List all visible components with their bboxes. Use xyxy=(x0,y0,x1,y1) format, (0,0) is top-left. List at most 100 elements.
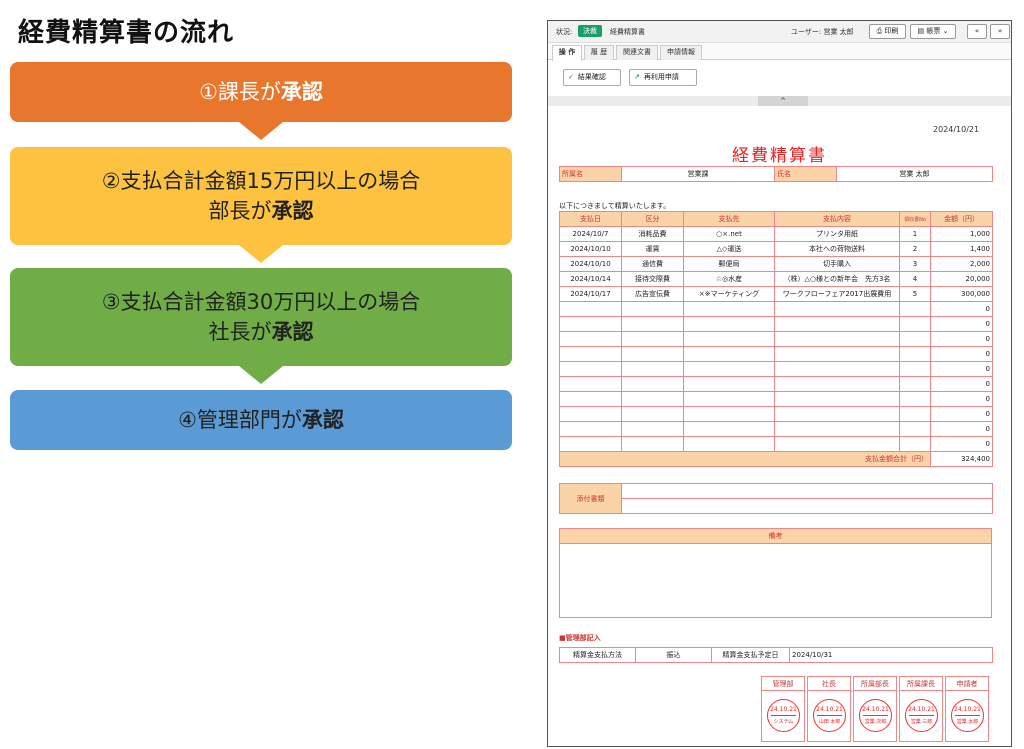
flow-step-3: ③支払合計金額30万円以上の場合 社長が承認 xyxy=(10,268,512,366)
table-row: 2024/10/14 接待交際費 ☆◎水産 （株）△○様との新年会 先方3名 4 20,0… xyxy=(559,271,993,287)
pay-method-value: 振込 xyxy=(635,647,712,663)
table-cell: 本社への荷物送料 xyxy=(774,241,900,257)
approval-seal: 24.10.21 山田 太郎 xyxy=(813,699,846,732)
step-1-emphasis: 承認 xyxy=(280,80,323,104)
table-cell xyxy=(774,406,900,422)
col-header: 領収書No xyxy=(899,211,931,227)
applicant-table: 所属名 営業課 氏名 営業 太郎 xyxy=(559,166,993,182)
table-cell xyxy=(899,346,931,362)
table-row: 0 xyxy=(559,361,993,377)
table-cell: 2024/10/7 xyxy=(559,226,622,242)
table-cell xyxy=(899,361,931,377)
table-cell: 通信費 xyxy=(621,256,684,272)
status-label: 状況: xyxy=(556,28,573,36)
table-cell: 0 xyxy=(930,421,993,437)
tab-operation[interactable]: 操 作 xyxy=(552,45,582,61)
col-header: 支払日 xyxy=(559,211,622,227)
stamp-box-applicant: 申請者 24.10.21 営業 太郎 xyxy=(945,676,989,742)
attachments-table: 添付書類 xyxy=(559,483,993,514)
table-cell: ×※マーケティング xyxy=(683,286,775,302)
table-cell xyxy=(683,376,775,392)
table-cell xyxy=(621,346,684,362)
name-value: 営業 太郎 xyxy=(836,166,993,182)
table-cell: 0 xyxy=(930,376,993,392)
table-cell: 4 xyxy=(899,271,931,287)
attachments-slot[interactable] xyxy=(621,498,993,514)
table-cell: 20,000 xyxy=(930,271,993,287)
form-dropdown-button[interactable]: ▤ 帳票 ⌄ xyxy=(910,24,956,39)
tab-related-docs[interactable]: 関連文書 xyxy=(616,45,658,60)
table-cell xyxy=(621,361,684,377)
confirm-result-label: 結果確認 xyxy=(577,73,606,81)
confirm-result-button[interactable]: ✓ 結果確認 xyxy=(563,69,621,86)
seal-name: 営業 太郎 xyxy=(956,719,979,725)
table-cell xyxy=(774,346,900,362)
chevron-down-icon: ⌄ xyxy=(942,27,949,35)
print-button[interactable]: ⎙ 印刷 xyxy=(869,24,906,39)
table-row: 0 xyxy=(559,376,993,392)
col-header: 区分 xyxy=(621,211,684,227)
first-button[interactable]: « xyxy=(967,24,987,39)
approval-seal: 24.10.21 営業 三郎 xyxy=(905,699,938,732)
table-cell: 2024/10/14 xyxy=(559,271,622,287)
total-label: 支払金額合計（円） xyxy=(559,451,931,467)
remarks-field[interactable] xyxy=(559,543,992,618)
seal-name: 山田 太郎 xyxy=(818,719,841,725)
table-cell xyxy=(621,376,684,392)
tab-history[interactable]: 履 歴 xyxy=(584,45,614,60)
table-cell xyxy=(559,436,622,452)
table-cell xyxy=(774,361,900,377)
doc-name: 経費精算書 xyxy=(610,28,645,36)
total-value: 324,400 xyxy=(930,451,993,467)
table-cell: 2024/10/17 xyxy=(559,286,622,302)
intro-text: 以下につきまして精算いたします。 xyxy=(559,202,671,210)
table-cell xyxy=(899,421,931,437)
collapse-toggle[interactable]: ^ xyxy=(758,96,808,106)
table-row: 2024/10/7 消耗品費 ○×.net プリンタ用紙 1 1,000 xyxy=(559,226,993,242)
table-cell xyxy=(621,331,684,347)
last-button[interactable]: » xyxy=(990,24,1010,39)
table-cell xyxy=(621,301,684,317)
table-cell: 切手購入 xyxy=(774,256,900,272)
table-cell: （株）△○様との新年会 先方3名 xyxy=(774,271,900,287)
table-row: 0 xyxy=(559,316,993,332)
step-3-condition: ③支払合計金額30万円以上の場合 xyxy=(101,290,421,314)
table-cell xyxy=(683,361,775,377)
table-cell: 郵便局 xyxy=(683,256,775,272)
table-cell: 2024/10/10 xyxy=(559,256,622,272)
seal-name: 営業 三郎 xyxy=(910,719,933,725)
table-cell xyxy=(683,346,775,362)
step-4-text: ④管理部門が xyxy=(178,408,302,432)
table-cell xyxy=(774,376,900,392)
table-cell xyxy=(683,421,775,437)
tab-application-info[interactable]: 申請情報 xyxy=(660,45,702,60)
step-2-condition: ②支払合計金額15万円以上の場合 xyxy=(101,169,421,193)
step-4-emphasis: 承認 xyxy=(301,408,344,432)
table-cell: ワークフローフェア2017出展費用 xyxy=(774,286,900,302)
stamp-label: 申請者 xyxy=(946,677,988,691)
table-cell: 接待交際費 xyxy=(621,271,684,287)
table-cell: △◇運送 xyxy=(683,241,775,257)
table-cell xyxy=(683,316,775,332)
table-cell xyxy=(899,391,931,407)
seal-date: 24.10.21 xyxy=(862,706,889,713)
table-cell: 2 xyxy=(899,241,931,257)
seal-date: 24.10.21 xyxy=(954,706,981,713)
table-cell: 1,000 xyxy=(930,226,993,242)
reapply-button[interactable]: ↗ 再利用申請 xyxy=(629,69,697,86)
table-row: 0 xyxy=(559,436,993,452)
attachments-slot[interactable] xyxy=(621,483,993,499)
approval-seal: 24.10.21 営業 太郎 xyxy=(951,699,984,732)
table-cell xyxy=(621,436,684,452)
col-header: 支払内容 xyxy=(774,211,900,227)
table-cell xyxy=(774,391,900,407)
table-cell: 0 xyxy=(930,301,993,317)
dept-value: 営業課 xyxy=(621,166,775,182)
remarks-label: 備考 xyxy=(559,528,992,544)
expense-table: 支払日 区分 支払先 支払内容 領収書No 金額（円） 2024/10/7 消耗品… xyxy=(559,211,993,467)
table-row: 2024/10/17 広告宣伝費 ×※マーケティング ワークフローフェア2017出展費… xyxy=(559,286,993,302)
stamp-label: 管理部 xyxy=(762,677,804,691)
table-cell xyxy=(559,301,622,317)
table-cell: 2024/10/10 xyxy=(559,241,622,257)
table-cell xyxy=(774,301,900,317)
